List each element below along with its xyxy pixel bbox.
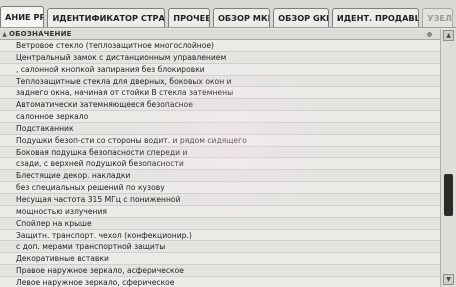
table-row[interactable]: заднего окна, начиная от стойки B стекла… <box>0 87 440 100</box>
table-row[interactable]: , салонной кнопкой запирания без блокиро… <box>0 63 440 76</box>
designation-table: ▲ ОБОЗНАЧЕНИЕ Ветровое стекло (теплозащи… <box>0 29 440 287</box>
table-row[interactable]: Спойлер на крыше <box>0 217 440 230</box>
tab-assembly: УЗЕЛ <box>422 8 453 27</box>
table-row[interactable]: Блестящие декор. накладки <box>0 170 440 183</box>
table-row[interactable]: Декоративные вставки <box>0 253 440 266</box>
table-row[interactable]: мощностью излучения <box>0 205 440 218</box>
table-row[interactable]: Боковая подушка безопасности спереди и <box>0 146 440 159</box>
table-row[interactable]: с доп. мерами транспортной защиты <box>0 241 440 254</box>
column-header-label: ОБОЗНАЧЕНИЕ <box>9 30 72 38</box>
table-row[interactable]: без специальных решений по кузову <box>0 182 440 194</box>
tab-bar: АНИЕ PR ИДЕНТИФИКАТОР СТРАНЫ ПРОЧЕЕ ОБЗО… <box>0 0 456 28</box>
table-row[interactable]: Несущая частота 315 МГц с пониженной <box>0 193 440 206</box>
table-row[interactable]: Центральный замок с дистанционным управл… <box>0 51 440 64</box>
tab-other[interactable]: ПРОЧЕЕ <box>168 8 210 27</box>
column-menu-icon[interactable] <box>427 31 432 37</box>
sort-up-icon: ▲ <box>2 30 7 38</box>
table-row[interactable]: сзади, с верхней подушкой безопасности <box>0 158 440 171</box>
vertical-scrollbar[interactable]: ▲ ▼ <box>440 29 456 287</box>
table-row[interactable]: Ветровое стекло (теплозащитное многослой… <box>0 40 440 52</box>
scrollbar-thumb[interactable] <box>444 174 453 216</box>
tab-seller-id[interactable]: ИДЕНТ. ПРОДАВЦА <box>331 8 420 27</box>
scroll-up-arrow-icon[interactable]: ▲ <box>443 30 454 41</box>
tab-pr[interactable]: АНИЕ PR <box>0 6 45 27</box>
table-rows: Ветровое стекло (теплозащитное многослой… <box>0 40 440 287</box>
table-row[interactable]: Левое наружное зеркало, сферическое <box>0 276 440 287</box>
table-row[interactable]: Теплозащитные стекла для дверных, боковы… <box>0 75 440 88</box>
table-row[interactable]: салонное зеркало <box>0 111 440 123</box>
table-row[interactable]: Подушки безоп-сти со стороны водит. и ря… <box>0 134 440 147</box>
tab-mkb-overview[interactable]: ОБЗОР МКВ <box>212 8 271 27</box>
scroll-down-arrow-icon[interactable]: ▼ <box>443 274 454 285</box>
table-row[interactable]: Автоматически затемняющееся безопасное <box>0 99 440 112</box>
table-row[interactable]: Защитн. транспорт. чехол (конфекционир.) <box>0 229 440 242</box>
tab-gkb-overview[interactable]: ОБЗОР GKB <box>273 8 329 27</box>
table-row[interactable]: Правое наружное зеркало, асферическое <box>0 265 440 277</box>
column-header[interactable]: ▲ ОБОЗНАЧЕНИЕ <box>0 29 440 40</box>
tab-country-identifier[interactable]: ИДЕНТИФИКАТОР СТРАНЫ <box>47 8 166 27</box>
table-row[interactable]: Подстаканник <box>0 122 440 135</box>
